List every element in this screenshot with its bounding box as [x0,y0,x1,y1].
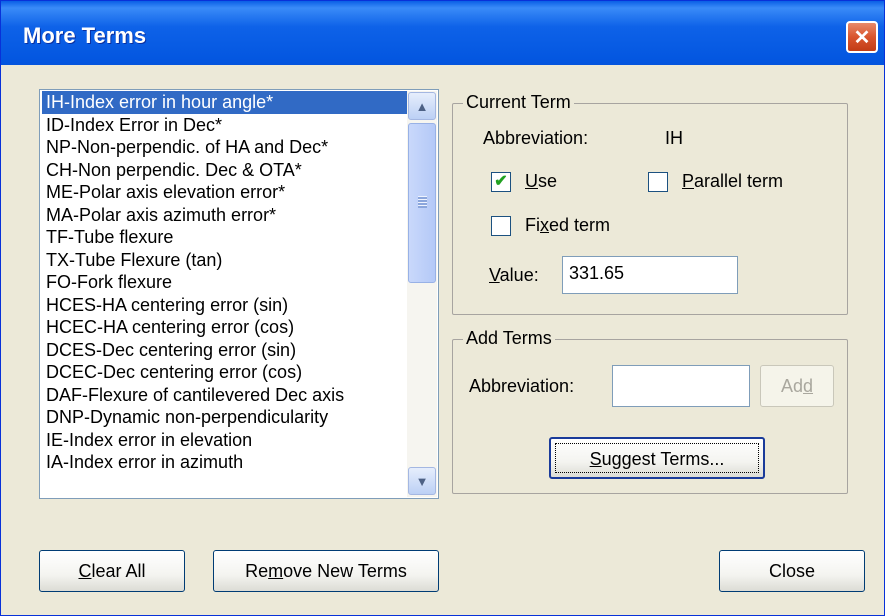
value-label: Value: [489,265,539,285]
list-item[interactable]: TF-Tube flexure [42,226,408,249]
list-item[interactable]: TX-Tube Flexure (tan) [42,249,408,272]
add-abbreviation-input[interactable] [612,365,750,407]
parallel-term-label[interactable]: Parallel term [682,171,783,192]
window-title: More Terms [23,23,147,48]
fixed-term-checkbox[interactable] [491,216,511,236]
scroll-grip-icon [418,196,427,208]
scroll-up-icon[interactable]: ▲ [408,92,436,120]
list-item[interactable]: CH-Non perpendic. Dec & OTA* [42,159,408,182]
list-item[interactable]: DNP-Dynamic non-perpendicularity [42,406,408,429]
list-item[interactable]: IE-Index error in elevation [42,429,408,452]
list-item[interactable]: FO-Fork flexure [42,271,408,294]
abbreviation-value: IH [665,128,683,148]
list-item[interactable]: DCES-Dec centering error (sin) [42,339,408,362]
list-item[interactable]: MA-Polar axis azimuth error* [42,204,408,227]
abbreviation-label: Abbreviation: [483,128,589,148]
list-item[interactable]: ME-Polar axis elevation error* [42,181,408,204]
add-terms-group-label: Add Terms [463,328,555,349]
fixed-term-label[interactable]: Fixed term [525,215,610,236]
remove-new-terms-button[interactable]: Remove New Terms [213,550,439,592]
add-abbreviation-label: Abbreviation: [469,376,575,396]
current-term-group-label: Current Term [463,92,574,113]
list-item[interactable]: DCEC-Dec centering error (cos) [42,361,408,384]
terms-list-items: IH-Index error in hour angle* ID-Index Er… [42,91,408,474]
list-item[interactable]: IH-Index error in hour angle* [42,91,408,114]
scroll-down-icon[interactable]: ▼ [408,467,436,495]
more-terms-dialog: More Terms ✕ IH-Index error in hour angl… [0,0,885,616]
close-icon[interactable]: ✕ [846,21,878,53]
parallel-term-checkbox[interactable] [648,172,668,192]
add-button[interactable]: Add [760,365,834,407]
suggest-terms-button[interactable]: Suggest Terms... [549,437,765,479]
list-item[interactable]: IA-Index error in azimuth [42,451,408,474]
list-item[interactable]: HCES-HA centering error (sin) [42,294,408,317]
list-item[interactable]: HCEC-HA centering error (cos) [42,316,408,339]
terms-listbox[interactable]: IH-Index error in hour angle* ID-Index Er… [39,89,439,499]
close-button[interactable]: Close [719,550,865,592]
checkmark-icon: ✔ [494,173,508,190]
use-label[interactable]: Use [525,171,557,192]
clear-all-button[interactable]: Clear All [39,550,185,592]
use-checkbox[interactable]: ✔ [491,172,511,192]
scroll-thumb[interactable] [408,123,436,283]
list-item[interactable]: NP-Non-perpendic. of HA and Dec* [42,136,408,159]
list-item[interactable]: ID-Index Error in Dec* [42,114,408,137]
list-item[interactable]: DAF-Flexure of cantilevered Dec axis [42,384,408,407]
list-scrollbar[interactable]: ▲ ▼ [407,91,437,497]
value-input[interactable]: 331.65 [562,256,738,294]
